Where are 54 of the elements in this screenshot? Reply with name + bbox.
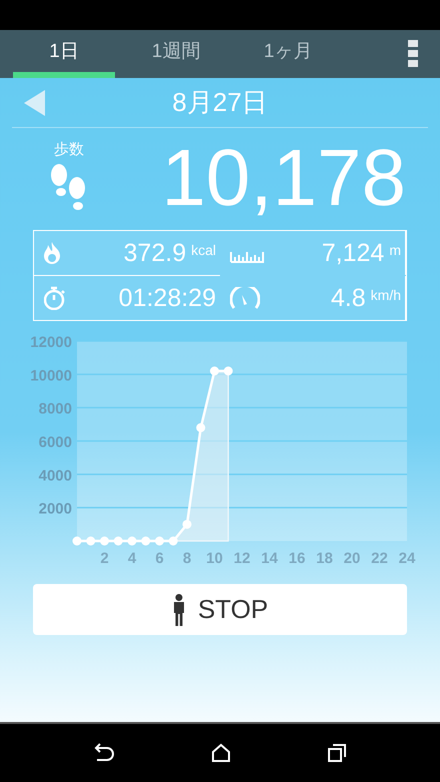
back-icon[interactable] xyxy=(93,743,115,763)
data-point xyxy=(155,536,164,546)
speedometer-icon xyxy=(230,286,260,310)
home-icon[interactable] xyxy=(211,743,231,763)
x-axis-label: 4 xyxy=(128,550,136,567)
data-point xyxy=(224,366,233,376)
x-axis-label: 14 xyxy=(261,550,278,567)
recent-apps-icon[interactable] xyxy=(327,743,347,763)
stat-unit: kcal xyxy=(191,242,216,258)
x-axis-label: 20 xyxy=(344,550,360,567)
x-axis-label: 6 xyxy=(155,550,164,567)
menu-icon[interactable] xyxy=(408,40,418,68)
data-point xyxy=(141,536,150,546)
x-axis-label: 22 xyxy=(371,550,388,567)
data-point xyxy=(210,366,219,376)
data-point xyxy=(168,536,178,546)
data-point xyxy=(196,423,206,432)
data-point xyxy=(72,536,82,546)
stat-value: 4.8 xyxy=(330,284,366,312)
date-title: 8月27日 xyxy=(172,87,268,117)
step-count: 10,178 xyxy=(161,138,406,218)
data-point xyxy=(182,520,192,529)
data-point xyxy=(128,536,136,546)
stat-value: 7,124 xyxy=(322,238,384,268)
data-point xyxy=(100,536,109,546)
x-axis-label: 16 xyxy=(288,550,306,567)
x-axis-label: 8 xyxy=(182,550,192,567)
data-point xyxy=(86,536,96,546)
x-axis-label: 24 xyxy=(398,550,416,567)
y-axis-label: 4000 xyxy=(38,467,72,484)
tab[interactable]: 1ヶ月 xyxy=(237,30,339,78)
data-point xyxy=(114,536,123,546)
stat-value: 01:28:29 xyxy=(118,284,216,312)
stop-button[interactable]: STOP xyxy=(33,584,407,635)
footprints-icon xyxy=(50,162,88,212)
x-axis-label: 18 xyxy=(316,550,333,567)
x-axis-label: 12 xyxy=(234,550,250,567)
tab[interactable]: 1日 xyxy=(13,30,115,78)
y-axis-label: 12000 xyxy=(30,334,72,351)
y-axis-label: 10000 xyxy=(30,367,72,384)
stat-unit: m xyxy=(389,242,401,258)
stopwatch-icon xyxy=(44,286,66,310)
y-axis-label: 6000 xyxy=(38,434,72,451)
x-axis-label: 10 xyxy=(206,550,223,567)
tab[interactable]: 1週間 xyxy=(125,30,227,78)
y-axis-label: 2000 xyxy=(38,500,72,518)
person-icon xyxy=(172,594,186,626)
stat-unit: km/h xyxy=(370,287,401,303)
y-axis-label: 8000 xyxy=(38,400,72,418)
x-axis-label: 2 xyxy=(100,550,109,567)
flame-icon xyxy=(44,242,60,264)
steps-label: 歩数 xyxy=(54,140,84,158)
ruler-icon xyxy=(230,251,264,263)
stat-value: 372.9 xyxy=(124,238,186,268)
